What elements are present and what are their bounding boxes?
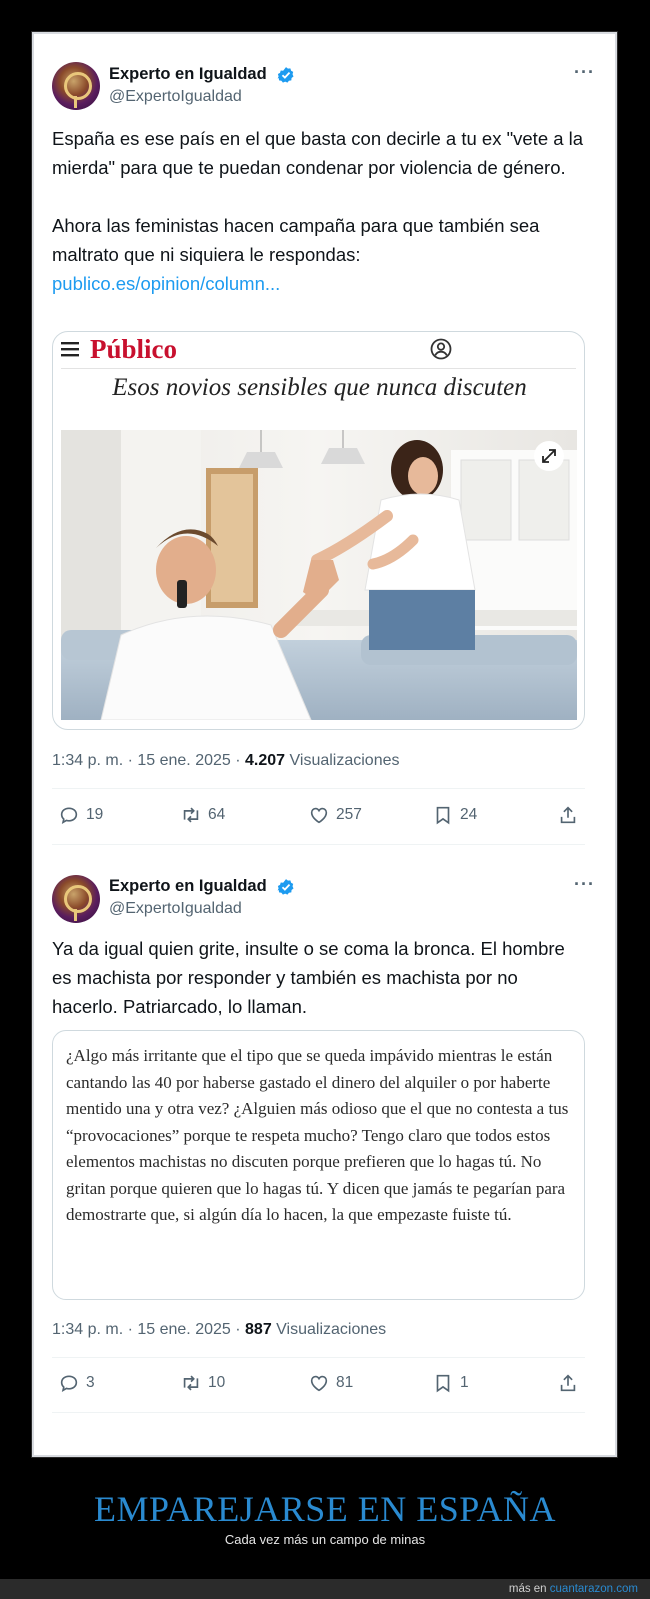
quote-text: ¿Algo más irritante que el tipo que se q… (66, 1046, 569, 1224)
tweet-1: Experto en Igualdad @ExpertoIgualdad ···… (34, 34, 615, 864)
share-button[interactable] (557, 804, 579, 826)
action-bar: 19 64 257 24 (52, 804, 585, 834)
tweet-text: España es ese país en el que basta con d… (52, 124, 592, 298)
timestamp-text[interactable]: 1:34 p. m. · 15 ene. 2025 · (52, 1321, 245, 1338)
divider (52, 788, 585, 789)
views-label: Visualizaciones (271, 1321, 387, 1338)
share-icon (560, 806, 576, 824)
retweet-count: 64 (208, 806, 226, 823)
retweet-count: 10 (208, 1374, 226, 1391)
article-photo (61, 430, 577, 720)
bookmark-count: 1 (460, 1374, 469, 1391)
bookmark-button[interactable]: 24 (432, 804, 477, 826)
divider (52, 1412, 585, 1413)
avatar[interactable] (52, 875, 100, 923)
views-label: Visualizaciones (285, 752, 400, 769)
tweet-2: Experto en Igualdad @ExpertoIgualdad ···… (34, 846, 615, 1446)
bookmark-icon (436, 1374, 450, 1393)
like-button[interactable]: 257 (308, 804, 362, 826)
meme-subtitle: Cada vez más un campo de minas (224, 1532, 426, 1547)
reply-count: 3 (86, 1374, 95, 1391)
author-name[interactable]: Experto en Igualdad (109, 877, 267, 896)
like-icon (310, 807, 328, 824)
reply-count: 19 (86, 806, 104, 823)
link-card[interactable]: Público Esos novios sensibles que nunca … (52, 331, 585, 730)
reply-button[interactable]: 19 (58, 804, 103, 826)
reply-icon (60, 1375, 78, 1392)
card-header-rule (61, 368, 576, 369)
more-icon[interactable]: ··· (574, 62, 595, 83)
publico-logo: Público (90, 334, 178, 364)
bookmark-icon (436, 806, 450, 825)
like-button[interactable]: 81 (308, 1372, 353, 1394)
verified-badge-icon (277, 879, 294, 895)
reply-icon (60, 807, 78, 824)
menu-icon[interactable] (61, 341, 79, 357)
site-prefix: más en (508, 1583, 550, 1595)
more-icon[interactable]: ··· (574, 874, 595, 895)
author-handle[interactable]: @ExpertoIgualdad (109, 88, 242, 106)
site-bar: más en cuantarazon.com (0, 1579, 650, 1599)
views-count: 4.207 (245, 752, 286, 769)
divider (52, 1357, 585, 1358)
verified-badge-icon (277, 67, 294, 83)
article-link[interactable]: publico.es/opinion/column... (52, 269, 592, 298)
share-button[interactable] (557, 1372, 579, 1394)
screenshot-frame: Experto en Igualdad @ExpertoIgualdad ···… (32, 32, 617, 1457)
like-count: 257 (336, 806, 362, 823)
retweet-button[interactable]: 64 (180, 804, 225, 826)
tweet-timestamp[interactable]: 1:34 p. m. · 15 ene. 2025 · 4.207 Visual… (52, 752, 400, 770)
author-name[interactable]: Experto en Igualdad (109, 65, 267, 84)
retweet-icon (183, 1375, 199, 1391)
divider (52, 844, 585, 845)
quote-image[interactable]: ¿Algo más irritante que el tipo que se q… (52, 1030, 585, 1300)
tweet-text-p2: Ahora las feministas hacen campaña para … (52, 215, 540, 265)
bookmark-count: 24 (460, 806, 478, 823)
user-icon[interactable] (430, 338, 452, 360)
like-count: 81 (336, 1374, 354, 1391)
avatar[interactable] (52, 62, 100, 110)
views-count: 887 (245, 1321, 272, 1338)
like-icon (310, 1375, 328, 1392)
tweet-text-p1: España es ese país en el que basta con d… (52, 128, 584, 178)
reply-button[interactable]: 3 (58, 1372, 95, 1394)
bookmark-button[interactable]: 1 (432, 1372, 469, 1394)
action-bar: 3 10 81 1 (52, 1372, 585, 1402)
site-link[interactable]: cuantarazon.com (550, 1583, 638, 1595)
author-handle[interactable]: @ExpertoIgualdad (109, 900, 242, 918)
tweet-timestamp[interactable]: 1:34 p. m. · 15 ene. 2025 · 887 Visualiz… (52, 1321, 386, 1339)
timestamp-text[interactable]: 1:34 p. m. · 15 ene. 2025 · (52, 752, 245, 769)
meme-title: EMPAREJARSE EN ESPAÑA (94, 1489, 556, 1529)
card-headline: Esos novios sensibles que nunca discuten (112, 374, 527, 401)
retweet-button[interactable]: 10 (180, 1372, 225, 1394)
share-icon (560, 1374, 576, 1392)
tweet-text: Ya da igual quien grite, insulte o se co… (52, 938, 565, 1017)
retweet-icon (183, 807, 199, 823)
